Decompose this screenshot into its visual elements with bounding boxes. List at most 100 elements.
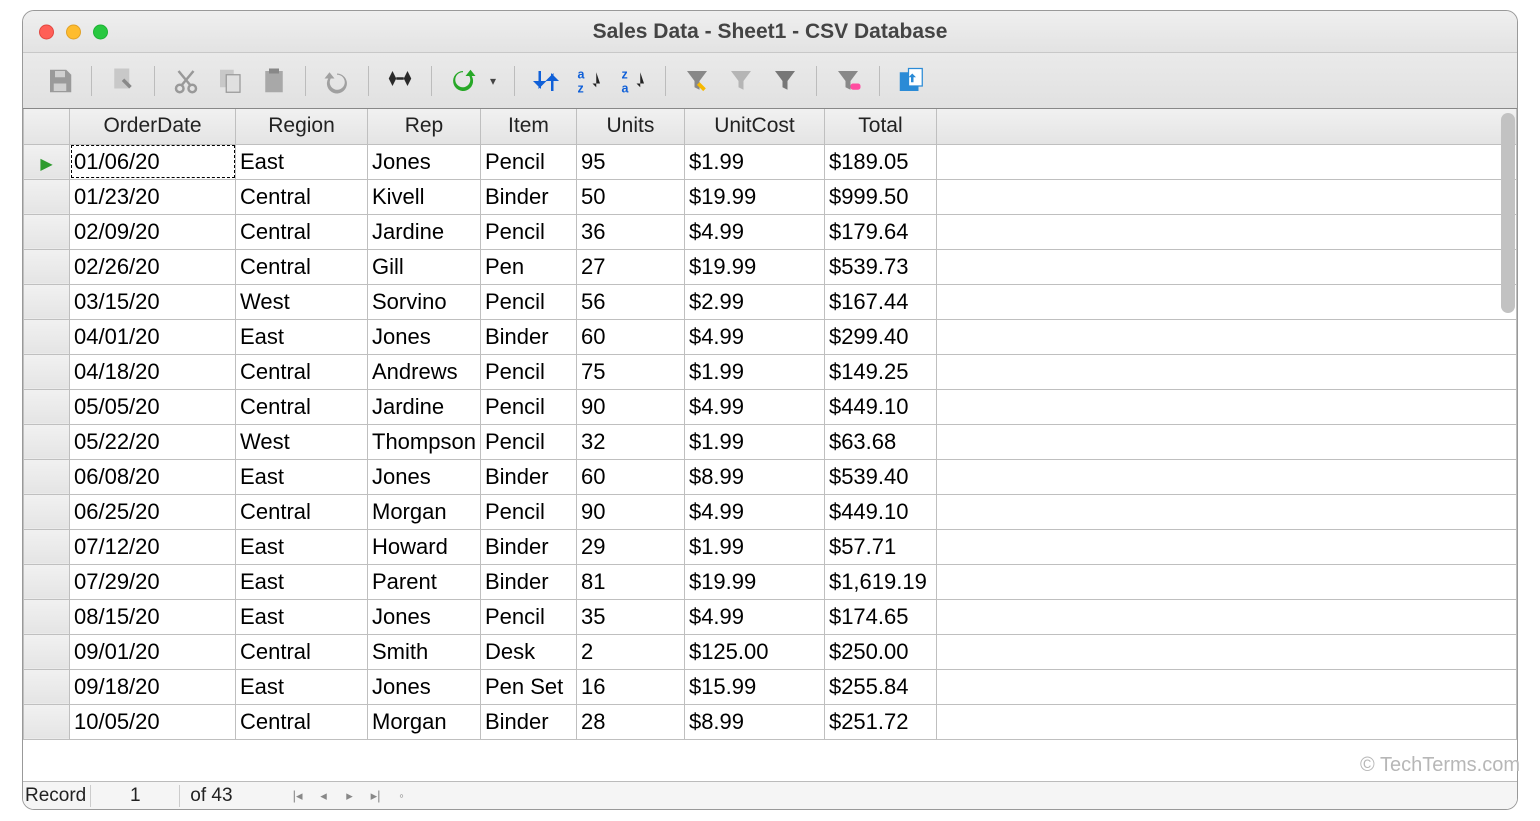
cell-blank[interactable] (936, 214, 1516, 249)
cell[interactable]: Central (236, 389, 368, 424)
cell[interactable]: 32 (576, 424, 684, 459)
column-header-total[interactable]: Total (824, 109, 936, 144)
table-row[interactable]: 09/18/20EastJonesPen Set16$15.99$255.84 (24, 669, 1517, 704)
cell[interactable]: Jones (368, 319, 481, 354)
cell[interactable]: Central (236, 249, 368, 284)
cell[interactable]: $15.99 (684, 669, 824, 704)
vertical-scrollbar[interactable] (1501, 113, 1515, 313)
cell[interactable]: 01/06/20 (70, 144, 236, 179)
cell[interactable]: 28 (576, 704, 684, 739)
cell[interactable]: 02/09/20 (70, 214, 236, 249)
cell[interactable]: $250.00 (824, 634, 936, 669)
cell-blank[interactable] (936, 389, 1516, 424)
cell[interactable]: Central (236, 354, 368, 389)
cell[interactable]: 06/08/20 (70, 459, 236, 494)
table-row[interactable]: 05/05/20CentralJardinePencil90$4.99$449.… (24, 389, 1517, 424)
cell-blank[interactable] (936, 704, 1516, 739)
table-row[interactable]: 02/09/20CentralJardinePencil36$4.99$179.… (24, 214, 1517, 249)
cell[interactable]: 05/22/20 (70, 424, 236, 459)
row-header[interactable] (24, 179, 70, 214)
cell[interactable]: Howard (368, 529, 481, 564)
table-row[interactable]: 06/25/20CentralMorganPencil90$4.99$449.1… (24, 494, 1517, 529)
cut-button[interactable] (167, 62, 205, 100)
cell[interactable]: 10/05/20 (70, 704, 236, 739)
column-header-blank[interactable] (936, 109, 1516, 144)
cell[interactable]: $19.99 (684, 249, 824, 284)
row-header[interactable] (24, 564, 70, 599)
row-header[interactable] (24, 424, 70, 459)
data-grid[interactable]: OrderDateRegionRepItemUnitsUnitCostTotal… (23, 109, 1517, 740)
cell-blank[interactable] (936, 319, 1516, 354)
cell[interactable]: $4.99 (684, 319, 824, 354)
cell[interactable]: 81 (576, 564, 684, 599)
cell[interactable]: $149.25 (824, 354, 936, 389)
record-number[interactable]: 1 (90, 785, 180, 807)
cell[interactable]: Jardine (368, 214, 481, 249)
titlebar[interactable]: Sales Data - Sheet1 - CSV Database (23, 11, 1517, 53)
cell[interactable]: Pencil (480, 494, 576, 529)
cell-blank[interactable] (936, 354, 1516, 389)
cell-blank[interactable] (936, 459, 1516, 494)
table-row[interactable]: ▶01/06/20EastJonesPencil95$1.99$189.05 (24, 144, 1517, 179)
cell-blank[interactable] (936, 669, 1516, 704)
cell[interactable]: $19.99 (684, 564, 824, 599)
cell[interactable]: 60 (576, 459, 684, 494)
cell[interactable]: Pen Set (480, 669, 576, 704)
cell[interactable]: Pencil (480, 354, 576, 389)
cell[interactable]: 27 (576, 249, 684, 284)
cell[interactable]: 01/23/20 (70, 179, 236, 214)
table-row[interactable]: 03/15/20WestSorvinoPencil56$2.99$167.44 (24, 284, 1517, 319)
table-row[interactable]: 05/22/20WestThompsonPencil32$1.99$63.68 (24, 424, 1517, 459)
cell[interactable]: Central (236, 494, 368, 529)
column-header-unitcost[interactable]: UnitCost (684, 109, 824, 144)
nav-prev-button[interactable]: ◂ (313, 788, 335, 804)
cell[interactable]: $19.99 (684, 179, 824, 214)
zoom-icon[interactable] (93, 24, 108, 39)
cell[interactable]: $57.71 (824, 529, 936, 564)
cell[interactable]: Thompson (368, 424, 481, 459)
cell-blank[interactable] (936, 284, 1516, 319)
cell[interactable]: Pencil (480, 389, 576, 424)
cell[interactable]: Binder (480, 179, 576, 214)
row-header[interactable]: ▶ (24, 144, 70, 179)
cell[interactable]: Binder (480, 704, 576, 739)
row-header[interactable] (24, 529, 70, 564)
cell[interactable]: $251.72 (824, 704, 936, 739)
copy-button[interactable] (211, 62, 249, 100)
cell[interactable]: 56 (576, 284, 684, 319)
cell[interactable]: Morgan (368, 704, 481, 739)
row-header[interactable] (24, 494, 70, 529)
cell[interactable]: East (236, 529, 368, 564)
row-header[interactable] (24, 284, 70, 319)
table-row[interactable]: 10/05/20CentralMorganBinder28$8.99$251.7… (24, 704, 1517, 739)
row-header[interactable] (24, 599, 70, 634)
table-row[interactable]: 07/29/20EastParentBinder81$19.99$1,619.1… (24, 564, 1517, 599)
cell-blank[interactable] (936, 634, 1516, 669)
data-source-button[interactable] (892, 62, 930, 100)
cell[interactable]: $1.99 (684, 529, 824, 564)
cell[interactable]: Binder (480, 564, 576, 599)
cell[interactable]: 05/05/20 (70, 389, 236, 424)
cell[interactable]: 90 (576, 494, 684, 529)
table-row[interactable]: 07/12/20EastHowardBinder29$1.99$57.71 (24, 529, 1517, 564)
undo-button[interactable] (318, 62, 356, 100)
nav-new-button[interactable]: ◦ (391, 788, 413, 803)
column-header-rep[interactable]: Rep (368, 109, 481, 144)
cell[interactable]: Andrews (368, 354, 481, 389)
cell-blank[interactable] (936, 179, 1516, 214)
cell[interactable]: $1.99 (684, 354, 824, 389)
cell[interactable]: West (236, 284, 368, 319)
cell[interactable]: Kivell (368, 179, 481, 214)
paste-button[interactable] (255, 62, 293, 100)
minimize-icon[interactable] (66, 24, 81, 39)
row-header[interactable] (24, 319, 70, 354)
refresh-dropdown-icon[interactable]: ▾ (490, 74, 496, 88)
column-header-orderdate[interactable]: OrderDate (70, 109, 236, 144)
cell[interactable]: Pencil (480, 214, 576, 249)
cell[interactable]: Morgan (368, 494, 481, 529)
row-header[interactable] (24, 459, 70, 494)
cell[interactable]: 36 (576, 214, 684, 249)
cell[interactable]: Binder (480, 529, 576, 564)
cell[interactable]: $189.05 (824, 144, 936, 179)
cell[interactable]: Pencil (480, 599, 576, 634)
